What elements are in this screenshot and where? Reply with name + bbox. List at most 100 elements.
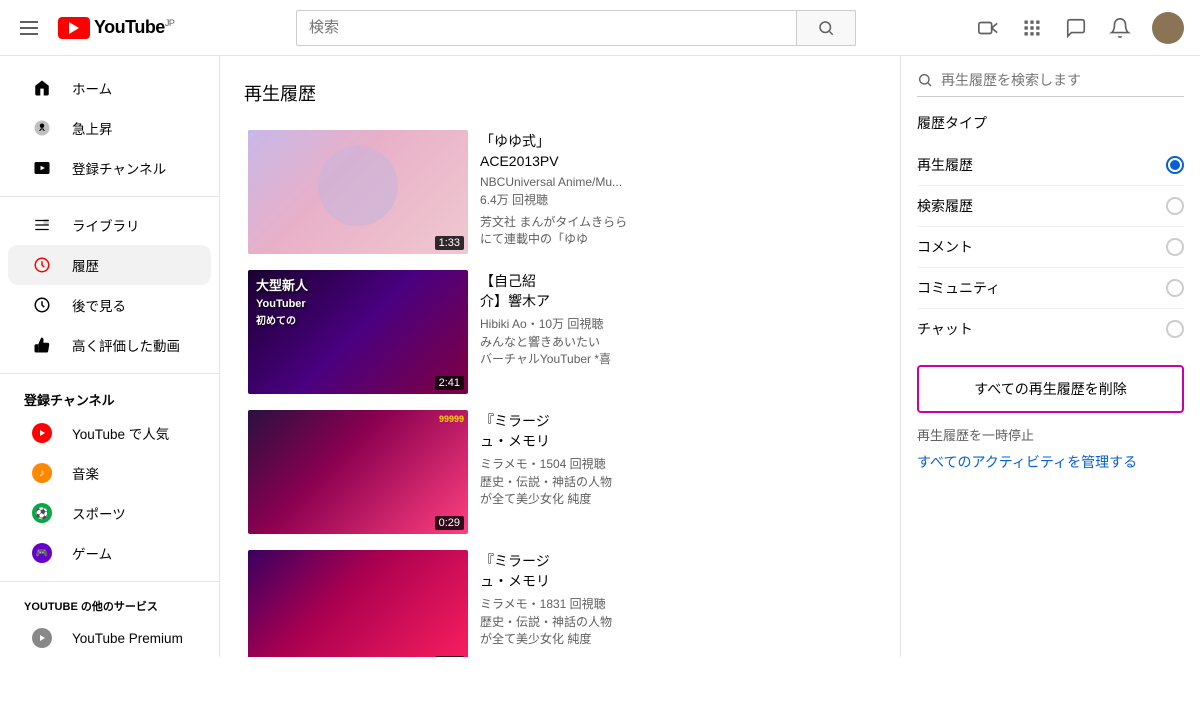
- sidebar-item-trending[interactable]: 急上昇: [8, 108, 211, 148]
- sidebar-item-history[interactable]: 履歴: [8, 245, 211, 285]
- video-camera-icon[interactable]: [976, 16, 1000, 40]
- yt-premium-icon: [32, 628, 52, 648]
- sidebar-item-library[interactable]: ライブラリ: [8, 205, 211, 245]
- page-layout: ホーム 急上昇 登録チャンネル: [0, 56, 1200, 657]
- video-title: 『ミラージ ュ・メモリ: [480, 412, 872, 451]
- watch-later-icon: [32, 295, 52, 315]
- sidebar-item-yt-premium[interactable]: YouTube Premium: [8, 618, 211, 657]
- header: YouTubeJP: [0, 0, 1200, 56]
- video-duration: 1:33: [435, 236, 464, 250]
- liked-icon: [32, 335, 52, 355]
- manage-activity-link[interactable]: すべてのアクティビティを管理する: [917, 452, 1184, 472]
- sidebar-item-liked[interactable]: 高く評価した動画: [8, 325, 211, 365]
- video-channel: NBCUniversal Anime/Mu...: [480, 175, 872, 189]
- subscriptions-icon: [32, 158, 52, 178]
- search-input[interactable]: [296, 10, 796, 46]
- video-duration: 2:41: [435, 376, 464, 390]
- logo-text: YouTubeJP: [94, 17, 174, 38]
- video-item[interactable]: 大型新人YouTuber初めての 2:41 【自己紹 介】響木ア Hibiki …: [244, 266, 876, 398]
- radio-comment[interactable]: コメント: [917, 227, 1184, 268]
- search-small-icon: [917, 72, 933, 88]
- user-avatar[interactable]: [1152, 12, 1184, 44]
- radio-chat-circle: [1166, 320, 1184, 338]
- video-thumbnail: 99999 0:29: [248, 410, 468, 534]
- video-info: 『ミラージ ュ・メモリ ミラメモ・1831 回視聴 歴史・伝説・神話の人物 が全…: [480, 550, 872, 657]
- main-content: 再生履歴 1:33 「ゆゆ式」 ACE2013PV NBCUniversal A…: [220, 56, 900, 657]
- games-icon: 🎮: [32, 543, 52, 563]
- pause-history-link[interactable]: 再生履歴を一時停止: [917, 425, 1184, 444]
- video-list: 1:33 「ゆゆ式」 ACE2013PV NBCUniversal Anime/…: [244, 126, 876, 657]
- video-description: 芳文社 まんがタイムきらら にて連載中の「ゆゆ: [480, 214, 872, 248]
- sports-icon: ⚽: [32, 503, 52, 523]
- sidebar-yt-premium-label: YouTube Premium: [72, 631, 183, 646]
- sidebar-section-subscriptions: 登録チャンネル: [0, 382, 219, 413]
- search-icon: [817, 19, 835, 37]
- video-item[interactable]: 0:34 『ミラージ ュ・メモリ ミラメモ・1831 回視聴 歴史・伝説・神話の…: [244, 546, 876, 657]
- youtube-logo[interactable]: YouTubeJP: [58, 17, 174, 39]
- video-title: 『ミラージ ュ・メモリ: [480, 552, 872, 591]
- radio-play-label: 再生履歴: [917, 155, 973, 175]
- grid-icon[interactable]: [1020, 16, 1044, 40]
- sidebar-trending-label: 急上昇: [72, 118, 113, 138]
- video-item[interactable]: 1:33 「ゆゆ式」 ACE2013PV NBCUniversal Anime/…: [244, 126, 876, 258]
- logo-sup: JP: [165, 18, 175, 28]
- radio-group: 再生履歴 検索履歴 コメント コミュニティ チャット: [917, 145, 1184, 349]
- radio-chat[interactable]: チャット: [917, 309, 1184, 349]
- sidebar-item-watch-later[interactable]: 後で見る: [8, 285, 211, 325]
- history-search-bar: [917, 72, 1184, 97]
- yt-popular-icon: [32, 423, 52, 443]
- radio-community-circle: [1166, 279, 1184, 297]
- video-thumbnail: 0:34: [248, 550, 468, 657]
- message-icon[interactable]: [1064, 16, 1088, 40]
- video-views: 6.4万 回視聴: [480, 191, 872, 208]
- hamburger-menu[interactable]: [16, 17, 42, 39]
- sidebar-item-sports[interactable]: ⚽ スポーツ: [8, 493, 211, 533]
- sidebar-item-home[interactable]: ホーム: [8, 68, 211, 108]
- sidebar-history-label: 履歴: [72, 255, 99, 275]
- sidebar-item-games[interactable]: 🎮 ゲーム: [8, 533, 211, 573]
- trending-icon: [32, 118, 52, 138]
- search-button[interactable]: [796, 10, 856, 46]
- history-search-input[interactable]: [941, 72, 1184, 88]
- video-item[interactable]: 99999 0:29 『ミラージ ュ・メモリ ミラメモ・1504 回視聴 歴史・…: [244, 406, 876, 538]
- sidebar-item-subscriptions[interactable]: 登録チャンネル: [8, 148, 211, 188]
- video-thumbnail: 大型新人YouTuber初めての 2:41: [248, 270, 468, 394]
- sidebar-library-label: ライブラリ: [72, 215, 140, 235]
- sidebar: ホーム 急上昇 登録チャンネル: [0, 56, 220, 657]
- video-description: 歴史・伝説・神話の人物 が全て美少女化 純度: [480, 614, 872, 648]
- sidebar-watch-later-label: 後で見る: [72, 295, 126, 315]
- video-info: 【自己紹 介】響木ア Hibiki Ao・10万 回視聴 みんなと響きあいたい …: [480, 270, 872, 394]
- sidebar-item-music[interactable]: ♪ 音楽: [8, 453, 211, 493]
- radio-search-label: 検索履歴: [917, 196, 973, 216]
- sidebar-music-label: 音楽: [72, 463, 99, 483]
- video-channel: ミラメモ・1831 回視聴: [480, 595, 872, 612]
- radio-play-history[interactable]: 再生履歴: [917, 145, 1184, 186]
- sidebar-divider-2: [0, 373, 219, 374]
- radio-comment-label: コメント: [917, 237, 973, 257]
- search-bar: [296, 10, 856, 46]
- video-title: 【自己紹 介】響木ア: [480, 272, 872, 311]
- sidebar-home-label: ホーム: [72, 78, 112, 98]
- delete-history-button[interactable]: すべての再生履歴を削除: [917, 365, 1184, 413]
- sidebar-yt-popular-label: YouTube で人気: [72, 423, 169, 443]
- video-description: 歴史・伝説・神話の人物 が全て美少女化 純度: [480, 474, 872, 508]
- video-info: 『ミラージ ュ・メモリ ミラメモ・1504 回視聴 歴史・伝説・神話の人物 が全…: [480, 410, 872, 534]
- header-right: [976, 12, 1184, 44]
- radio-search-circle: [1166, 197, 1184, 215]
- video-info: 「ゆゆ式」 ACE2013PV NBCUniversal Anime/Mu...…: [480, 130, 872, 254]
- right-panel: 履歴タイプ 再生履歴 検索履歴 コメント コミュニティ チャット: [900, 56, 1200, 657]
- sidebar-item-yt-popular[interactable]: YouTube で人気: [8, 413, 211, 453]
- sidebar-games-label: ゲーム: [72, 543, 112, 563]
- video-title: 「ゆゆ式」 ACE2013PV: [480, 132, 872, 171]
- notification-icon[interactable]: [1108, 16, 1132, 40]
- home-icon: [32, 78, 52, 98]
- music-icon: ♪: [32, 463, 52, 483]
- youtube-logo-icon: [58, 17, 90, 39]
- sidebar-section-other-services: YOUTUBE の他のサービス: [0, 590, 219, 618]
- radio-community[interactable]: コミュニティ: [917, 268, 1184, 309]
- sidebar-divider-3: [0, 581, 219, 582]
- header-left: YouTubeJP: [16, 17, 236, 39]
- sidebar-divider-1: [0, 196, 219, 197]
- radio-search-history[interactable]: 検索履歴: [917, 186, 1184, 227]
- video-description: みんなと響きあいたい バーチャルYouTuber *喜: [480, 334, 872, 368]
